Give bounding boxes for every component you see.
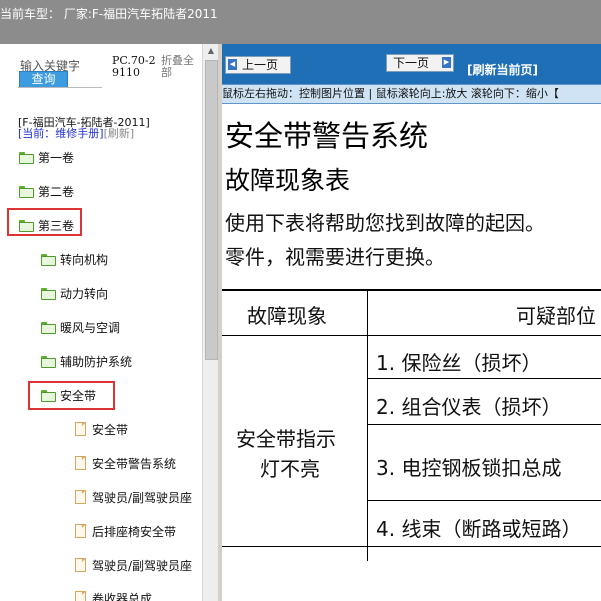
tree-item-label: 转向机构 (60, 252, 109, 267)
table-row: 2. 组合仪表（损坏） (376, 395, 562, 419)
tree-item-label: 第三卷 (38, 218, 75, 233)
left-panel: 输入关键字 查询 PC.70-29110 折叠全部 [F-福田汽车-拓陆者-20… (0, 44, 202, 601)
doc-paragraph-line: 零件，视需要进行更换。 (225, 245, 445, 269)
folder-icon (41, 253, 56, 266)
document-page[interactable]: 安全带警告系统 故障现象表 使用下表将帮助您找到故障的起因。 零件，视需要进行更… (222, 103, 601, 601)
tree-item-label: 驾驶员/副驾驶员座 (92, 558, 193, 573)
doc-paragraph-line: 使用下表将帮助您找到故障的起因。 (225, 211, 545, 235)
window-title: 当前车型： 厂家:F-福田汽车拓陆者2011 (0, 7, 218, 21)
tree-item-label: 动力转向 (60, 286, 109, 301)
table-row: 1. 保险丝（损坏） (376, 351, 542, 375)
viewer-hint: 鼠标左右拖动：控制图片位置 | 鼠标滚轮向上:放大 滚轮向下：缩小【 (222, 84, 601, 104)
arrow-left-icon: ◀ (228, 59, 237, 70)
tree-doc-retractor[interactable]: 卷收器总成 (75, 589, 152, 601)
collapse-all-button[interactable]: 折叠全部 (161, 55, 197, 79)
document-icon (75, 558, 86, 572)
tree-doc-rear-seatbelt[interactable]: 后排座椅安全带 (75, 522, 176, 540)
scrollbar-thumb[interactable] (205, 60, 218, 360)
table-header-line (222, 335, 601, 336)
tree-item-label: 驾驶员/副驾驶员座 (92, 490, 193, 505)
search-underline (18, 87, 102, 88)
refresh-page-link[interactable]: [刷新当前页] (467, 61, 538, 78)
symptom-table: 故障现象 可疑部位 安全带指示 灯不亮 1. 保险丝（损坏） 2. 组合仪表（损… (222, 289, 601, 561)
tree-item-power-steering[interactable]: 动力转向 (41, 284, 108, 302)
tree-item-vol1[interactable]: 第一卷 (19, 148, 74, 166)
pc-code: PC.70-29110 (112, 54, 156, 79)
table-header-symptom: 故障现象 (247, 304, 327, 328)
table-row-divider (368, 500, 601, 501)
table-symptom-line: 灯不亮 (260, 457, 320, 481)
folder-icon (19, 185, 34, 198)
prev-page-label: 上一页 (242, 58, 279, 72)
tree-refresh-link[interactable]: [刷新] (104, 127, 135, 140)
table-row: 3. 电控钢板锁扣总成 (376, 456, 562, 480)
folder-open-icon (41, 389, 56, 402)
table-column-divider (367, 291, 368, 561)
search-button[interactable]: 查询 (19, 71, 68, 88)
tree-item-vol2[interactable]: 第二卷 (19, 182, 74, 200)
tree-item-steering[interactable]: 转向机构 (41, 250, 108, 268)
document-icon (75, 456, 86, 470)
folder-icon (41, 321, 56, 334)
tree-item-label: 安全带 (92, 422, 129, 437)
tree-item-label: 暖风与空调 (60, 320, 121, 335)
document-icon (75, 422, 86, 436)
scroll-up-arrow-icon[interactable]: ▲ (203, 44, 219, 58)
next-page-label: 下一页 (393, 56, 430, 70)
folder-icon (41, 355, 56, 368)
tree-item-srs[interactable]: 辅助防护系统 (41, 352, 132, 370)
document-icon (75, 490, 86, 504)
document-icon (75, 591, 86, 601)
document-icon (75, 524, 86, 538)
current-location: [当前：维修手册][刷新] (18, 128, 134, 140)
table-symptom-line: 安全带指示 (236, 427, 336, 451)
current-manual-link[interactable]: [当前：维修手册] (18, 127, 104, 140)
tree-item-label: 后排座椅安全带 (92, 524, 177, 539)
doc-paragraph: 使用下表将帮助您找到故障的起因。 零件，视需要进行更换。 (225, 206, 545, 274)
doc-subtitle: 故障现象表 (225, 166, 351, 195)
viewer-toolbar: ◀ 上一页 下一页 ▶ [刷新当前页] (222, 44, 601, 84)
tree-item-label: 安全带警告系统 (92, 456, 177, 471)
prev-page-button[interactable]: ◀ 上一页 (225, 56, 291, 74)
tree-doc-seatbelt-warning[interactable]: 安全带警告系统 (75, 454, 176, 472)
folder-icon (19, 151, 34, 164)
tree-doc-front-seat[interactable]: 驾驶员/副驾驶员座 (75, 488, 192, 506)
document-viewer: ◀ 上一页 下一页 ▶ [刷新当前页] 鼠标左右拖动：控制图片位置 | 鼠标滚轮… (222, 44, 601, 601)
tree-doc-front-seat-2[interactable]: 驾驶员/副驾驶员座 (75, 556, 192, 574)
tree-item-vol3[interactable]: 第三卷 (19, 216, 74, 234)
tree-item-label: 第一卷 (38, 150, 75, 165)
title-bar: 当前车型： 厂家:F-福田汽车拓陆者2011 (0, 0, 601, 44)
table-row: 4. 线束（断路或短路） (376, 517, 582, 541)
table-bottom-line (222, 546, 601, 547)
tree-item-seatbelt[interactable]: 安全带 (41, 386, 96, 404)
table-header-suspect: 可疑部位 (516, 304, 596, 328)
table-row-divider (368, 424, 601, 425)
tree-item-label: 第二卷 (38, 184, 75, 199)
tree-item-hvac[interactable]: 暖风与空调 (41, 318, 120, 336)
next-page-button[interactable]: 下一页 ▶ (386, 54, 454, 72)
left-scrollbar[interactable]: ▲ (202, 44, 219, 601)
tree-item-label: 安全带 (60, 388, 97, 403)
doc-title: 安全带警告系统 (225, 119, 429, 153)
folder-open-icon (19, 219, 34, 232)
tree-item-label: 辅助防护系统 (60, 354, 133, 369)
folder-icon (41, 287, 56, 300)
tree-doc-seatbelt[interactable]: 安全带 (75, 420, 128, 438)
table-row-divider (368, 378, 601, 379)
arrow-right-icon: ▶ (442, 57, 451, 68)
tree-item-label: 卷收器总成 (92, 591, 153, 601)
